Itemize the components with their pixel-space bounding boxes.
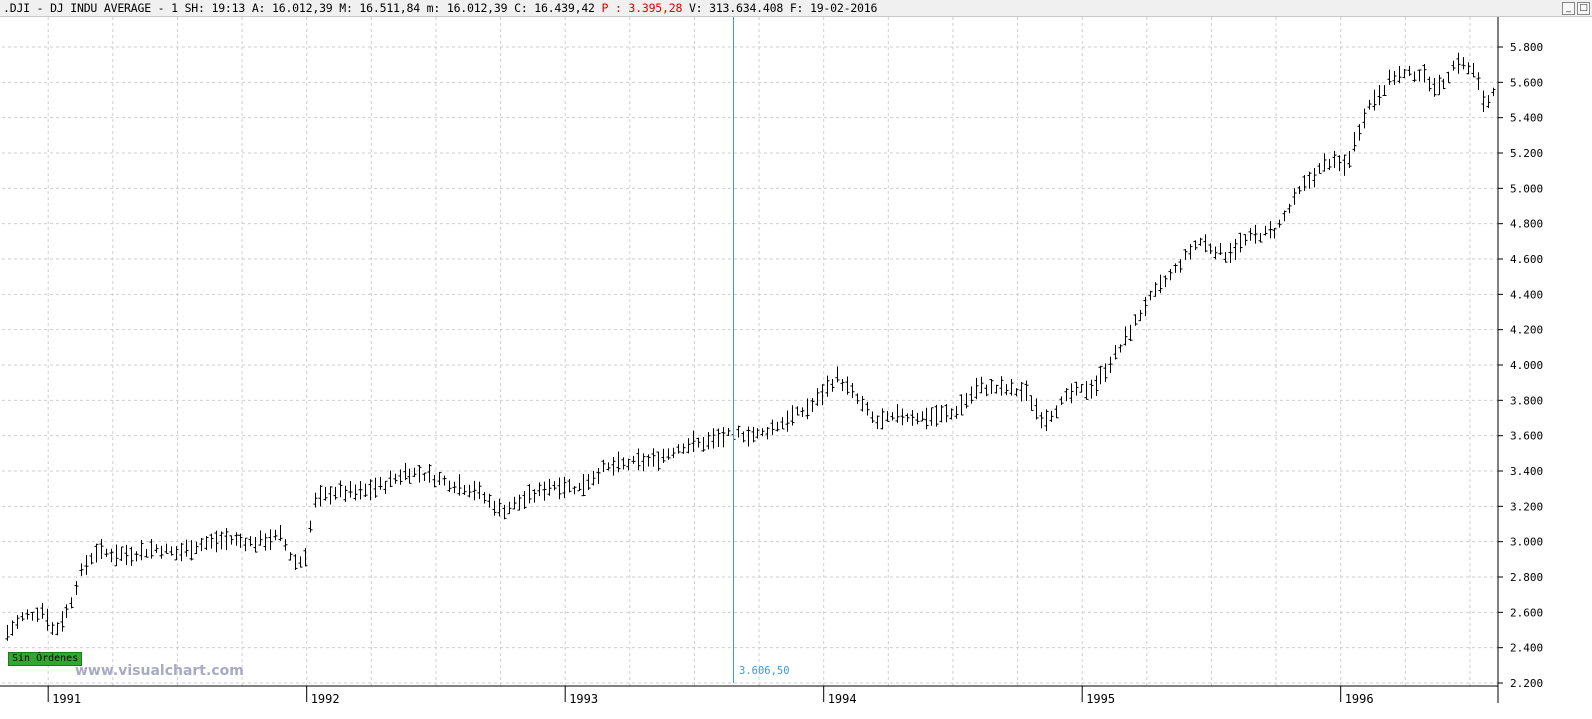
y-tick-label: 2.800 <box>1510 571 1543 584</box>
x-tick-label: 1992 <box>311 692 340 706</box>
symbol-label: .DJI <box>3 1 30 15</box>
y-tick-label: 4.200 <box>1510 324 1543 337</box>
y-tick-label: 3.000 <box>1510 536 1543 549</box>
open-value: A: 16.012,39 <box>251 1 333 15</box>
maximize-button[interactable]: □ <box>1577 2 1590 15</box>
y-tick-label: 5.400 <box>1510 112 1543 125</box>
time-value: H: 19:13 <box>191 1 246 15</box>
x-tick-label: 1993 <box>569 692 598 706</box>
x-tick-label: 1996 <box>1345 692 1374 706</box>
y-tick-label: 3.800 <box>1510 394 1543 407</box>
low-value: m: 16.012,39 <box>426 1 508 15</box>
x-tick-label: 1991 <box>52 692 81 706</box>
y-tick-label: 5.800 <box>1510 41 1543 54</box>
volume-value: V: 313.634.408 <box>688 1 784 15</box>
y-tick-label: 2.600 <box>1510 606 1543 619</box>
y-tick-label: 4.000 <box>1510 359 1543 372</box>
y-tick-label: 4.600 <box>1510 253 1543 266</box>
chart-background <box>0 17 1592 719</box>
y-tick-label: 5.200 <box>1510 147 1543 160</box>
close-value: C: 16.439,42 <box>514 1 595 15</box>
high-value: M: 16.511,84 <box>339 1 420 15</box>
date-value: F: 19-02-2016 <box>789 1 878 15</box>
instrument-name: - DJ INDU AVERAGE - <box>36 1 165 15</box>
x-tick-label: 1994 <box>828 692 857 706</box>
chart-header-bar: .DJI - DJ INDU AVERAGE - 1 SH: 19:13 A: … <box>0 0 1592 17</box>
cursor-price-label: 3.606,50 <box>739 665 790 677</box>
y-tick-label: 5.600 <box>1510 76 1543 89</box>
y-tick-label: 2.400 <box>1510 642 1543 655</box>
y-tick-label: 3.600 <box>1510 430 1543 443</box>
cursor-price-value: P : 3.395,28 <box>601 1 683 15</box>
y-tick-label: 3.200 <box>1510 500 1543 513</box>
timeframe-label: 1 S <box>171 1 192 15</box>
price-chart[interactable]: 2.200 2.400 2.600 2.800 3.000 3.200 3.400 3.600… <box>0 17 1592 719</box>
x-tick-label: 1995 <box>1086 692 1115 706</box>
minimize-button[interactable]: _ <box>1562 2 1575 15</box>
y-tick-label: 2.200 <box>1510 677 1543 690</box>
y-tick-label: 5.000 <box>1510 182 1543 195</box>
y-tick-label: 4.400 <box>1510 288 1543 301</box>
y-tick-label: 3.400 <box>1510 465 1543 478</box>
watermark: www.visualchart.com <box>75 663 244 679</box>
y-tick-label: 4.800 <box>1510 218 1543 231</box>
orders-status-badge[interactable]: Sin Órdenes <box>8 652 83 666</box>
quote-info-line: .DJI - DJ INDU AVERAGE - 1 SH: 19:13 A: … <box>3 1 877 15</box>
